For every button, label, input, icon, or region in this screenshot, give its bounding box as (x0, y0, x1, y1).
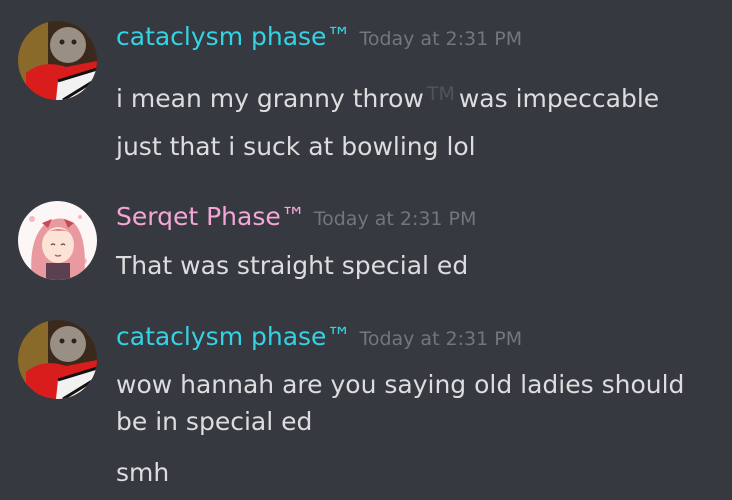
timestamp[interactable]: Today at 2:31 PM (359, 328, 522, 350)
message-text-part: i mean my granny throw (116, 84, 424, 113)
username[interactable]: cataclysm phase™ (116, 322, 351, 351)
message-text: smh (116, 458, 170, 487)
username[interactable]: Serqet Phase™ (116, 202, 306, 231)
message-text-part: was impeccable (458, 84, 660, 113)
message-text: wow hannah are you saying old ladies sho… (116, 370, 685, 436)
username[interactable]: cataclysm phase™ (116, 22, 351, 51)
message-header: cataclysm phase™ Today at 2:31 PM (116, 322, 522, 351)
user-avatar[interactable] (18, 21, 97, 100)
baby-photo-avatar-icon (18, 320, 97, 399)
message-text: That was straight special ed (116, 251, 469, 280)
user-avatar[interactable] (18, 320, 97, 399)
message-header: cataclysm phase™ Today at 2:31 PM (116, 22, 522, 51)
message-header: Serqet Phase™ Today at 2:31 PM (116, 202, 476, 231)
trademark-mark: TM (426, 83, 455, 105)
timestamp[interactable]: Today at 2:31 PM (359, 28, 522, 50)
user-avatar[interactable] (18, 201, 97, 280)
message-text: i mean my granny throw TM was impeccable (116, 76, 659, 117)
message-text: just that i suck at bowling lol (116, 132, 476, 161)
anime-girl-avatar-icon (18, 201, 97, 280)
baby-photo-avatar-icon (18, 21, 97, 100)
timestamp[interactable]: Today at 2:31 PM (314, 208, 477, 230)
